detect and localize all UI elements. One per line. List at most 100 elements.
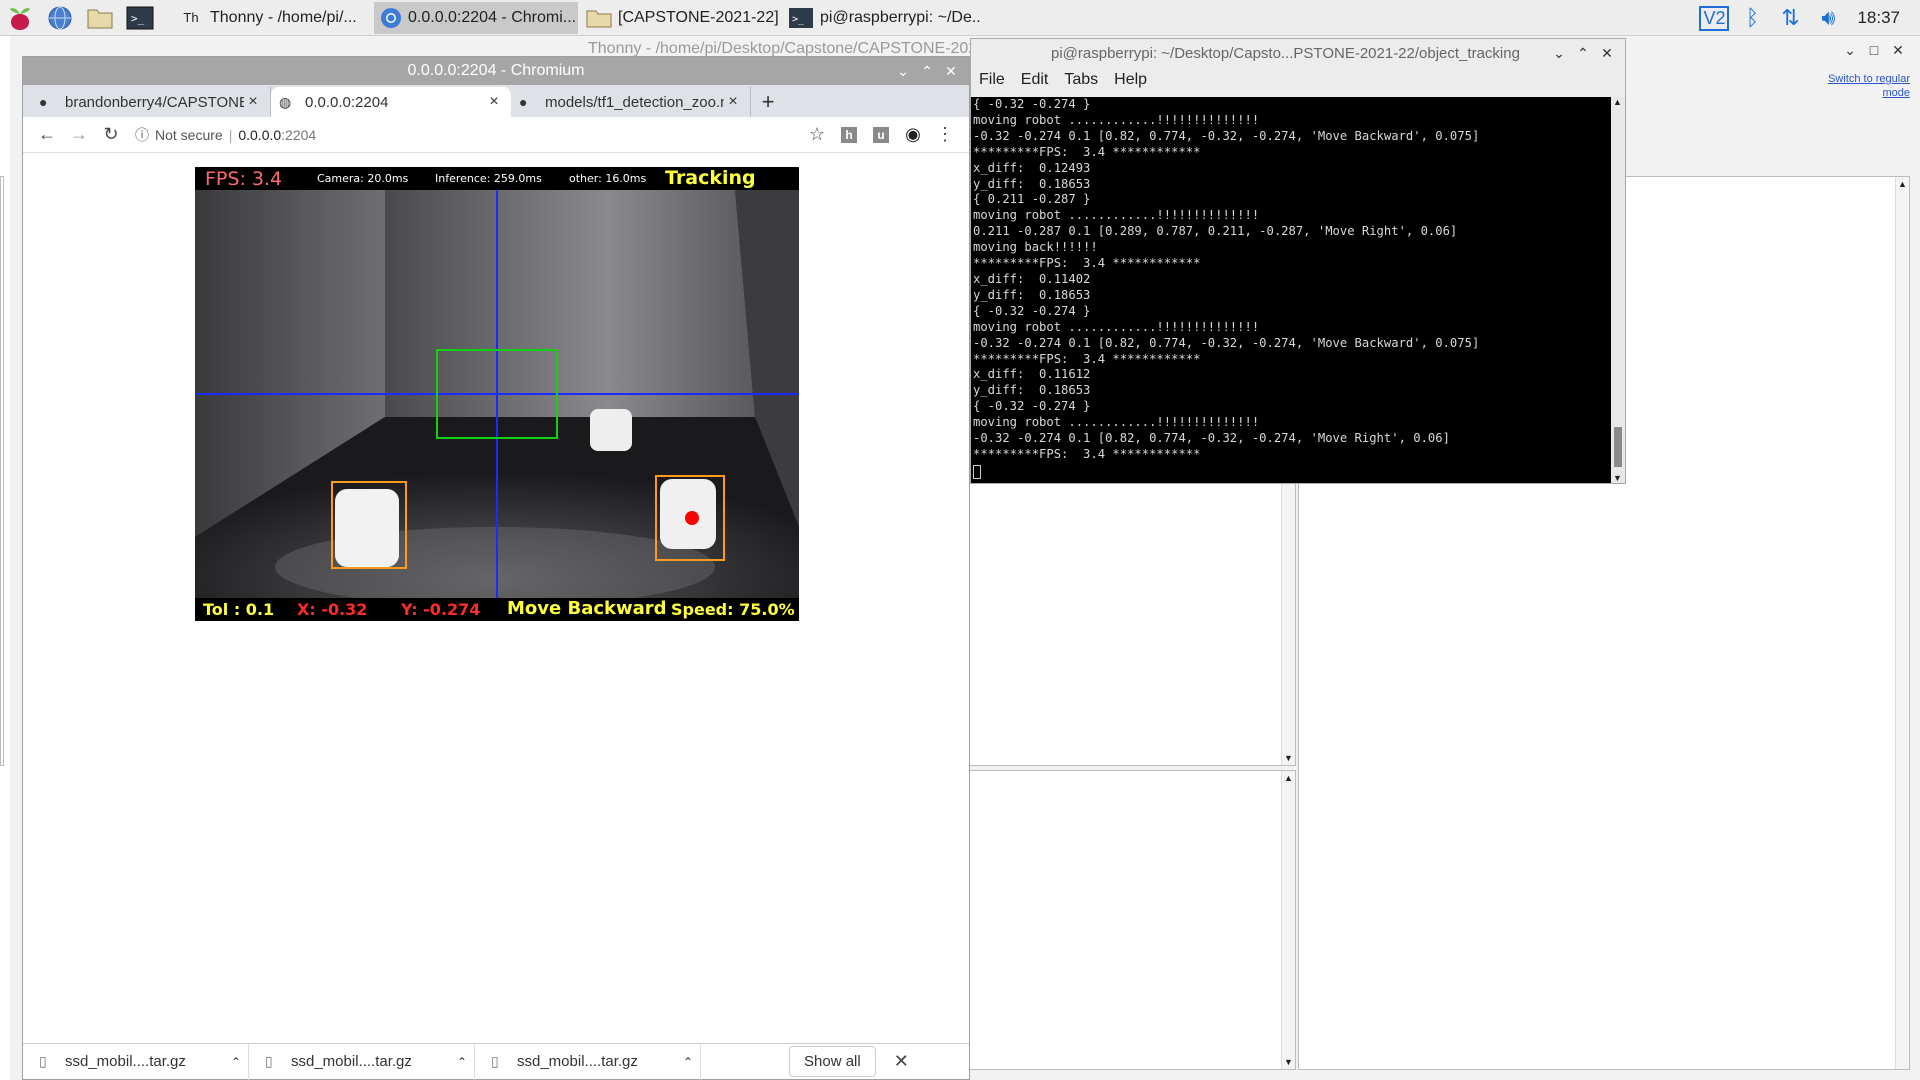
thonny-variables-pane[interactable]: ▲ ▼ [960, 770, 1296, 1070]
terminal-scrollbar[interactable]: ▲ ▼ [1611, 97, 1625, 483]
maximize-icon[interactable]: □ [1862, 42, 1886, 58]
new-tab-button[interactable]: + [751, 87, 785, 117]
maximize-icon[interactable]: ⌃ [1571, 45, 1595, 62]
chevron-up-icon[interactable]: ⌃ [224, 1055, 248, 1069]
file-manager-icon[interactable] [80, 0, 120, 36]
variables-scrollbar[interactable]: ▲ ▼ [1281, 771, 1295, 1069]
task-label: pi@raspberrypi: ~/De... [820, 8, 982, 26]
terminal-window-controls: ⌄ ⌃ ✕ [1547, 39, 1619, 67]
terminal-line: -0.32 -0.274 0.1 [0.82, 0.774, -0.32, -0… [973, 335, 1480, 350]
minimize-icon[interactable]: ⌄ [1838, 42, 1862, 59]
close-icon[interactable]: ✕ [1595, 45, 1619, 62]
task-chromium[interactable]: 0.0.0.0:2204 - Chromi... [374, 1, 578, 34]
scroll-up-arrow-icon[interactable]: ▲ [1284, 773, 1293, 783]
close-icon[interactable]: ✕ [1886, 42, 1910, 59]
info-icon[interactable]: ⓘ [135, 125, 149, 145]
menu-tabs[interactable]: Tabs [1064, 71, 1098, 89]
tab-label: 0.0.0.0:2204 [305, 93, 389, 111]
terminal-icon[interactable]: >_ [120, 0, 160, 36]
inference-time: Inference: 259.0ms [435, 172, 542, 185]
address-bar[interactable]: ⓘ Not secure | 0.0.0.0:2204 [127, 121, 801, 149]
terminal-line: { -0.32 -0.274 } [973, 399, 1091, 414]
task-label: 0.0.0.0:2204 - Chromi... [408, 8, 577, 26]
scroll-down-arrow-icon[interactable]: ▼ [1284, 1057, 1293, 1067]
svg-text:>_: >_ [792, 14, 805, 25]
terminal-line: 0.211 -0.287 0.1 [0.289, 0.787, 0.211, -… [973, 224, 1458, 239]
address-separator: | [228, 126, 233, 143]
close-tab-icon[interactable]: × [724, 93, 742, 111]
detection-box [331, 481, 407, 569]
task-label: Thonny - /home/pi/... [210, 8, 357, 26]
scroll-down-arrow-icon[interactable]: ▼ [1613, 473, 1622, 483]
github-icon: ● [39, 94, 48, 110]
profile-icon[interactable]: ◉ [897, 124, 929, 145]
back-icon[interactable]: ← [31, 124, 63, 145]
close-icon[interactable]: ✕ [939, 63, 963, 80]
terminal-line: { -0.32 -0.274 } [973, 97, 1091, 111]
terminal-line: x_diff: 0.12493 [973, 160, 1091, 175]
extension-u-icon[interactable]: u [865, 121, 897, 149]
network-icon[interactable]: ⇅ [1771, 0, 1809, 36]
close-tab-icon[interactable]: × [244, 93, 262, 111]
terminal-line: -0.32 -0.274 0.1 [0.82, 0.774, -0.32, -0… [973, 128, 1480, 143]
menu-edit[interactable]: Edit [1021, 71, 1049, 89]
scrollbar-thumb[interactable] [1614, 427, 1622, 467]
terminal-line: *********FPS: 3.4 ************ [973, 256, 1201, 271]
bookmark-star-icon[interactable]: ☆ [801, 124, 833, 145]
extension-h-icon[interactable]: h [833, 121, 865, 149]
terminal-line: moving robot ............!!!!!!!!!!!!!! [973, 319, 1260, 334]
terminal-window-title: pi@raspberrypi: ~/Desktop/Capsto...PSTON… [1051, 44, 1520, 62]
close-tab-icon[interactable]: × [485, 93, 503, 111]
download-item[interactable]: ▯ ssd_mobil....tar.gz ⌃ [475, 1043, 701, 1080]
download-item[interactable]: ▯ ssd_mobil....tar.gz ⌃ [249, 1043, 475, 1080]
minimize-icon[interactable]: ⌄ [891, 63, 915, 80]
terminal-line: -0.32 -0.274 0.1 [0.82, 0.774, -0.32, -0… [973, 431, 1450, 446]
chevron-up-icon[interactable]: ⌃ [450, 1055, 474, 1069]
y-readout: Y: -0.274 [401, 600, 481, 619]
command-readout: Move Backward [507, 598, 667, 619]
tab-github-models[interactable]: ● models/tf1_detection_zoo.md × [511, 87, 751, 117]
bluetooth-icon[interactable]: ᛒ [1733, 0, 1771, 36]
menu-help[interactable]: Help [1114, 71, 1147, 89]
thonny-window-controls: ⌄ □ ✕ [1838, 38, 1910, 62]
task-thonny[interactable]: Th Thonny - /home/pi/... [172, 2, 372, 34]
chromium-titlebar[interactable]: 0.0.0.0:2204 - Chromium ⌄ ⌃ ✕ [23, 57, 969, 85]
web-browser-icon[interactable] [40, 0, 80, 36]
tab-stream[interactable]: ◍ 0.0.0.0:2204 × [271, 87, 511, 117]
forward-icon[interactable]: → [63, 124, 95, 145]
tab-github-capstone[interactable]: ● brandonberry4/CAPSTONE-2021-22 × [31, 87, 271, 117]
scroll-up-arrow-icon[interactable]: ▲ [1898, 179, 1907, 189]
assistant-scrollbar[interactable]: ▲ [1895, 177, 1909, 1069]
github-icon: ● [519, 94, 528, 110]
maximize-icon[interactable]: ⌃ [915, 63, 939, 80]
task-terminal[interactable]: >_ pi@raspberrypi: ~/De... [782, 2, 982, 34]
extension-label: h [841, 126, 857, 143]
vnc-label: V2 [1699, 5, 1730, 31]
terminal-line: *********FPS: 3.4 ************ [973, 446, 1201, 461]
vnc-icon[interactable]: V2 [1695, 0, 1733, 36]
raspberry-menu-icon[interactable] [0, 0, 40, 36]
terminal-output[interactable]: { -0.32 -0.274 } moving robot ...........… [971, 97, 1613, 483]
terminal-titlebar[interactable]: pi@raspberrypi: ~/Desktop/Capsto...PSTON… [971, 39, 1625, 67]
url-port: :2204 [281, 126, 317, 143]
menu-icon[interactable]: ⋮ [929, 124, 961, 145]
minimize-icon[interactable]: ⌄ [1547, 45, 1571, 62]
clock[interactable]: 18:37 [1847, 8, 1920, 28]
feed-control-bar: Tol : 0.1 X: -0.32 Y: -0.274 Move Backwa… [195, 598, 799, 621]
archive-file-icon: ▯ [39, 1053, 47, 1069]
camera-time: Camera: 20.0ms [317, 172, 409, 185]
show-all-button[interactable]: Show all [789, 1046, 876, 1077]
chromium-window-controls: ⌄ ⌃ ✕ [891, 57, 963, 85]
switch-mode-link[interactable]: Switch to regular mode [1806, 72, 1910, 100]
close-icon[interactable]: ✕ [894, 1051, 909, 1072]
volume-icon[interactable]: 🔊︎ [1809, 0, 1847, 36]
thonny-editor-pane[interactable] [0, 176, 4, 766]
scroll-up-arrow-icon[interactable]: ▲ [1613, 97, 1622, 107]
terminal-line: moving robot ............!!!!!!!!!!!!!! [973, 208, 1260, 223]
scroll-down-arrow-icon[interactable]: ▼ [1284, 753, 1293, 763]
reload-icon[interactable]: ↻ [95, 124, 127, 145]
chevron-up-icon[interactable]: ⌃ [676, 1055, 700, 1069]
task-file-manager[interactable]: [CAPSTONE-2021-22] [580, 2, 780, 34]
menu-file[interactable]: File [979, 71, 1005, 89]
download-item[interactable]: ▯ ssd_mobil....tar.gz ⌃ [23, 1043, 249, 1080]
